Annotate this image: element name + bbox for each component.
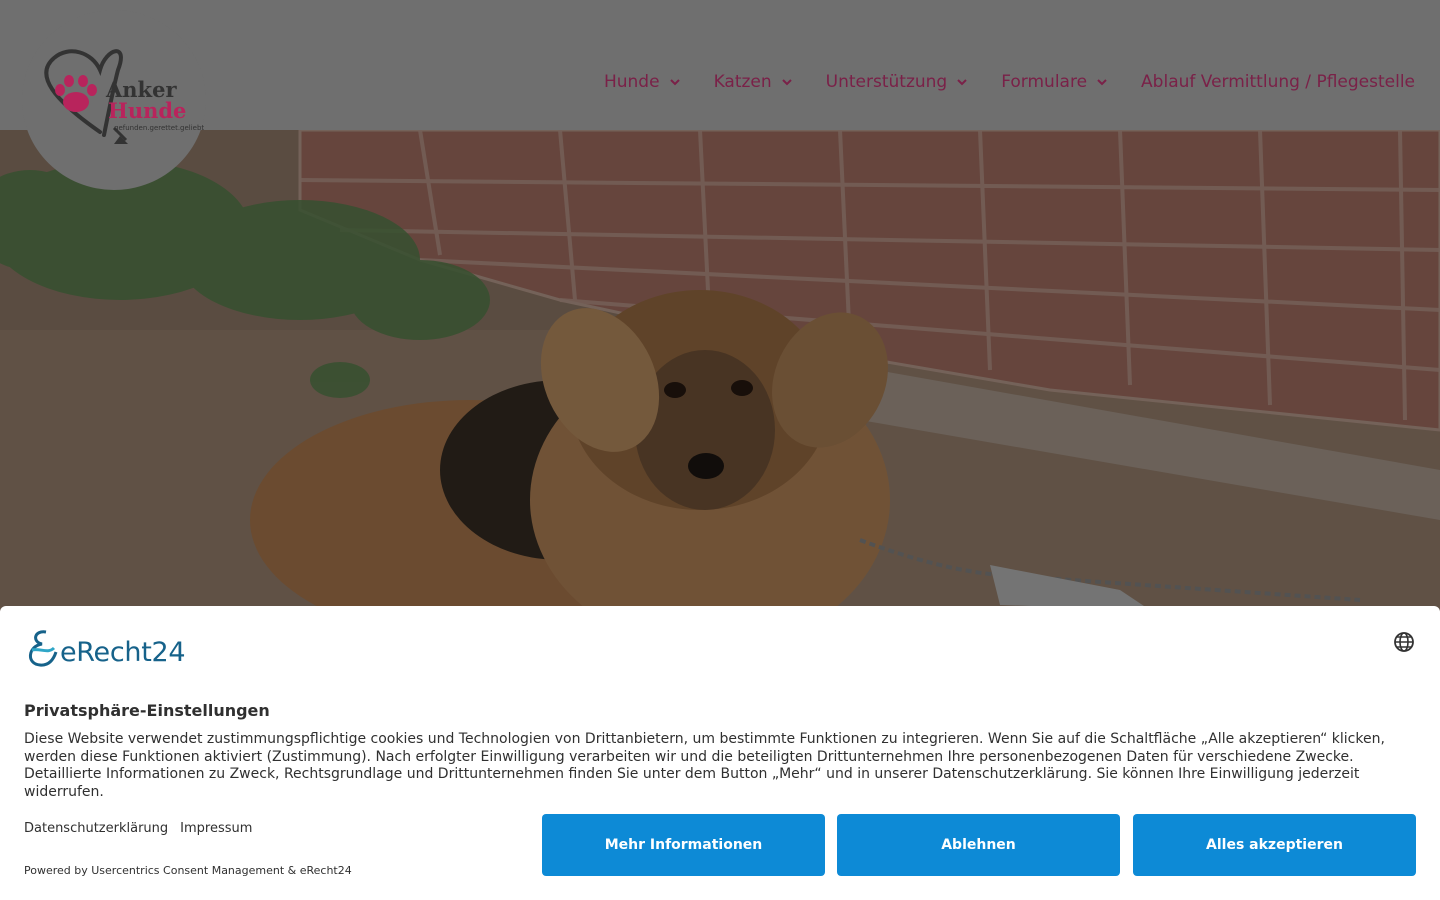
decline-button[interactable]: Ablehnen bbox=[837, 814, 1120, 876]
powered-by: Powered by Usercentrics Consent Manageme… bbox=[24, 864, 352, 877]
nav-item-unterstuetzung[interactable]: Unterstützung bbox=[826, 72, 968, 92]
accept-all-button[interactable]: Alles akzeptieren bbox=[1133, 814, 1416, 876]
nav-item-formulare[interactable]: Formulare bbox=[1001, 72, 1107, 92]
nav-label: Hunde bbox=[603, 72, 660, 92]
consent-body: Diese Website verwendet zustimmungspflic… bbox=[24, 731, 1385, 800]
erecht24-brand: eRecht24 bbox=[24, 628, 186, 668]
language-button[interactable] bbox=[1393, 631, 1415, 653]
chevron-down-icon bbox=[957, 79, 967, 86]
site-logo[interactable]: Anker Hunde gefunden.gerettet.geliebt bbox=[34, 40, 204, 155]
nav-item-katzen[interactable]: Katzen bbox=[714, 72, 792, 92]
globe-icon bbox=[1394, 632, 1414, 652]
imprint-link[interactable]: Impressum bbox=[180, 821, 252, 836]
consent-links: Datenschutzerklärung Impressum bbox=[24, 821, 252, 836]
logo-tagline: gefunden.gerettet.geliebt bbox=[114, 124, 205, 132]
nav-item-ablauf[interactable]: Ablauf Vermittlung / Pflegestelle bbox=[1141, 72, 1415, 92]
nav-label: Formulare bbox=[1001, 72, 1088, 92]
privacy-link[interactable]: Datenschutzerklärung bbox=[24, 821, 168, 836]
chevron-down-icon bbox=[1097, 79, 1107, 86]
consent-title: Privatsphäre-Einstellungen bbox=[24, 701, 270, 720]
brand-name: eRecht24 bbox=[60, 637, 186, 668]
nav-item-hunde[interactable]: Hunde bbox=[604, 72, 680, 92]
chevron-down-icon bbox=[781, 79, 792, 86]
main-nav: Hunde Katzen Unterstützung Formulare Abl… bbox=[570, 72, 1415, 92]
more-info-button[interactable]: Mehr Informationen bbox=[542, 814, 825, 876]
site-header bbox=[0, 0, 1440, 130]
logo-line1: Anker bbox=[106, 77, 177, 102]
nav-label: Katzen bbox=[713, 72, 772, 92]
logo-line2: Hunde bbox=[108, 98, 187, 123]
nav-label: Ablauf Vermittlung / Pflegestelle bbox=[1141, 72, 1415, 92]
chevron-down-icon bbox=[669, 79, 680, 86]
erecht24-logo-icon bbox=[29, 630, 58, 667]
nav-label: Unterstützung bbox=[825, 72, 948, 92]
